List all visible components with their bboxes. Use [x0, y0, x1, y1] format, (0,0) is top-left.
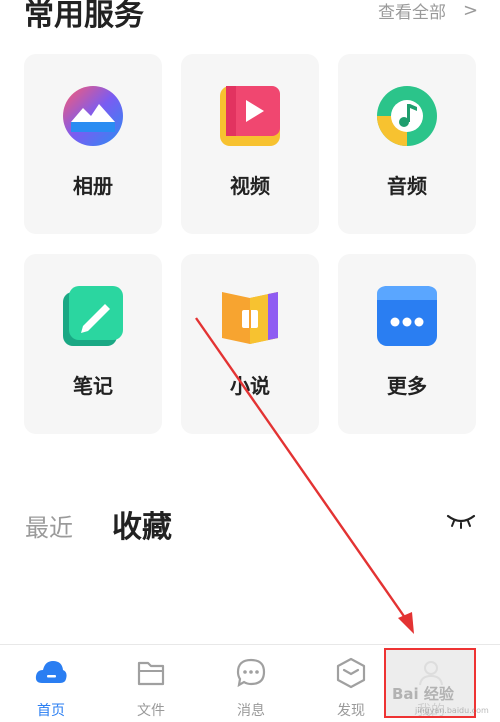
music-note-icon: [377, 86, 437, 146]
home-cloud-icon: [35, 661, 67, 683]
service-label: 笔记: [73, 374, 113, 398]
nav-label: 发现: [337, 703, 365, 719]
more-dots-icon: [377, 286, 437, 346]
content-tabs: 最近 收藏: [0, 500, 500, 548]
closed-eye-icon[interactable]: [446, 512, 476, 530]
video-play-icon: [220, 86, 280, 146]
service-label: 音频: [387, 174, 427, 198]
discover-cube-icon: [336, 657, 366, 689]
folder-icon: [137, 661, 165, 686]
photo-album-icon: [63, 86, 123, 146]
services-header: 常用服务 查看全部 >: [0, 0, 500, 36]
nav-label: 消息: [237, 703, 265, 719]
section-title: 常用服务: [24, 0, 144, 33]
service-label: 更多: [387, 374, 427, 398]
service-label: 小说: [230, 374, 270, 398]
nav-files[interactable]: 文件: [111, 645, 191, 722]
nav-label: 首页: [37, 703, 65, 719]
service-card-video[interactable]: 视频: [181, 54, 319, 234]
service-card-notes[interactable]: 笔记: [24, 254, 162, 434]
service-label: 视频: [230, 174, 270, 198]
service-card-more[interactable]: 更多: [338, 254, 476, 434]
service-label: 相册: [73, 174, 113, 198]
nav-label: 文件: [137, 703, 165, 719]
watermark-logo: Bai 经验: [392, 685, 454, 703]
service-card-novel[interactable]: 小说: [181, 254, 319, 434]
nav-discover[interactable]: 发现: [311, 645, 391, 722]
service-card-audio[interactable]: 音频: [338, 54, 476, 234]
pencil-note-icon: [63, 286, 123, 346]
service-card-album[interactable]: 相册: [24, 54, 162, 234]
nav-messages[interactable]: 消息: [211, 645, 291, 722]
nav-home[interactable]: 首页: [11, 645, 91, 722]
watermark-url: jingyan.baidu.com: [415, 706, 489, 715]
open-book-icon: [222, 292, 278, 344]
tab-recent[interactable]: 最近: [25, 508, 73, 543]
see-all-link[interactable]: 查看全部: [378, 0, 446, 23]
chevron-right-icon[interactable]: >: [463, 0, 478, 21]
chat-bubble-icon: [236, 658, 266, 688]
tab-favorites[interactable]: 收藏: [112, 502, 172, 546]
